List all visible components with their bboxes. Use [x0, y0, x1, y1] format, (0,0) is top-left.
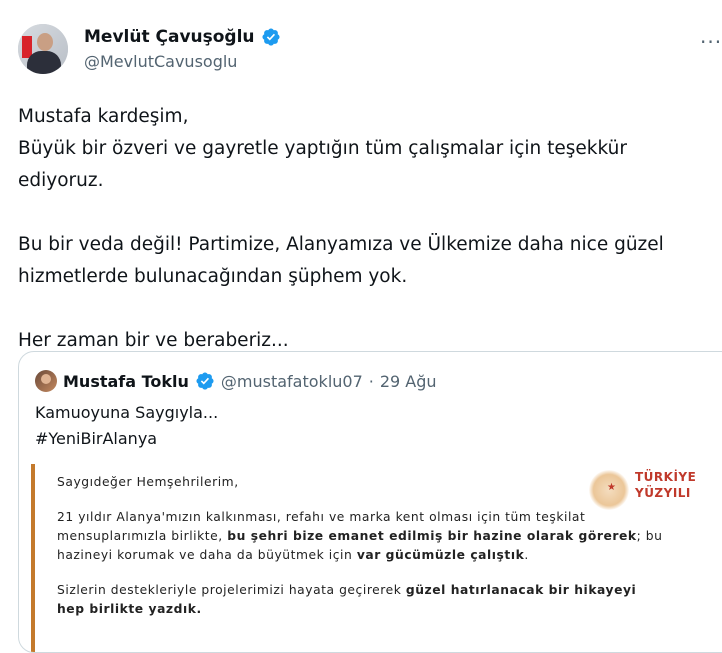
avatar-head — [37, 33, 53, 51]
quoted-avatar[interactable] — [35, 370, 57, 392]
letter-text: mensuplarımızla birlikte, — [57, 529, 228, 543]
letter-line: hazineyi korumak ve daha da büyütmek içi… — [57, 546, 529, 565]
tweet-paragraph: Mustafa kardeşim, — [18, 106, 189, 127]
logo-line1: TÜRKİYE — [635, 470, 697, 484]
quoted-text-line: Kamuoyuna Saygıyla... — [35, 403, 219, 422]
quoted-text: Kamuoyuna Saygıyla... #YeniBirAlanya — [35, 400, 218, 452]
letter-bold-text: var gücümüzle çalıştık — [356, 548, 525, 562]
letter-text: ; bu — [636, 529, 663, 543]
letter-text: hazineyi korumak ve daha da büyütmek içi… — [57, 548, 357, 562]
letter-line: 21 yıldır Alanya'mızın kalkınması, refah… — [57, 510, 586, 524]
letter-line: hep birlikte yazdık. — [57, 600, 202, 619]
letter-line: Sizlerin destekleriyle projelerimizi hay… — [57, 581, 636, 600]
letter-bold-text: bu şehri bize emanet edilmiş bir hazine … — [227, 529, 637, 543]
quoted-header: Mustafa Toklu @mustafatoklu07 · 29 Ağu — [35, 370, 437, 392]
tweet-paragraph: Bu bir veda değil! Partimize, Alanyamıza… — [18, 234, 664, 287]
letter-image[interactable]: ★ TÜRKİYE YÜZYILI Saygıdeğer Hemşehriler… — [31, 464, 722, 652]
quoted-hashtag[interactable]: #YeniBirAlanya — [35, 426, 218, 452]
logo-line2: YÜZYILI — [635, 486, 691, 500]
letter-bold-text: güzel hatırlanacak bir hikayeyi — [405, 583, 637, 597]
quoted-author-handle[interactable]: @mustafatoklu07 — [221, 372, 363, 391]
letter-text: Sizlerin destekleriyle projelerimizi hay… — [57, 583, 406, 597]
avatar-suit — [27, 51, 61, 74]
author-handle[interactable]: @MevlutCavusoglu — [84, 52, 237, 71]
author-name-row: Mevlüt Çavuşoğlu — [84, 27, 281, 47]
meta-separator: · — [368, 371, 374, 391]
letter-salutation: Saygıdeğer Hemşehrilerim, — [57, 475, 239, 489]
turkiye-yuzyili-logo: ★ TÜRKİYE YÜZYILI — [589, 468, 699, 512]
quoted-author-name[interactable]: Mustafa Toklu — [63, 372, 189, 391]
tweet-text: Mustafa kardeşim, Büyük bir özveri ve ga… — [18, 101, 708, 357]
paragraph-spacer — [18, 197, 708, 229]
quoted-tweet[interactable]: Mustafa Toklu @mustafatoklu07 · 29 Ağu K… — [18, 351, 722, 653]
letter-text: . — [524, 548, 529, 562]
author-avatar[interactable] — [18, 24, 68, 74]
author-name[interactable]: Mevlüt Çavuşoğlu — [84, 27, 255, 47]
paragraph-spacer — [18, 293, 708, 325]
quoted-date[interactable]: 29 Ağu — [380, 372, 437, 391]
more-horizontal-icon[interactable]: ··· — [700, 30, 722, 54]
verified-badge-icon[interactable] — [195, 371, 215, 391]
logo-star-icon: ★ — [607, 482, 616, 493]
letter-line: mensuplarımızla birlikte, bu şehri bize … — [57, 527, 662, 546]
tweet-paragraph: Büyük bir özveri ve gayretle yaptığın tü… — [18, 138, 627, 191]
verified-badge-icon[interactable] — [261, 27, 281, 47]
letter-bold-text: hep birlikte yazdık. — [57, 602, 202, 616]
